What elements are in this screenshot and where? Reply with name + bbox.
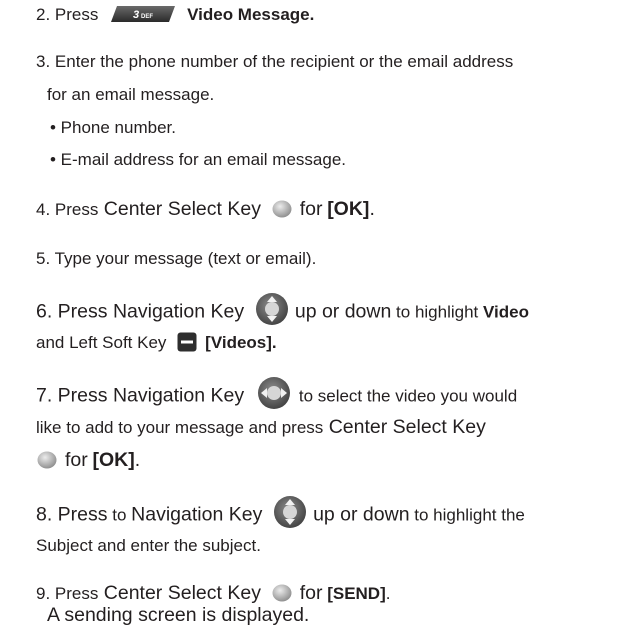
step-7-pre: 7. Press Navigation Key [36,384,245,407]
step-7-line1: 7. Press Navigation Key to select the vi… [36,377,518,414]
step-9-bold: [SEND] [327,584,386,603]
step-9-line2-text: A sending screen is displayed. [47,604,310,626]
step-9-line2: A sending screen is displayed. [47,604,309,627]
step-5: 5. Type your message (text or email). [36,249,317,268]
step-6-line2a: and Left Soft Key [36,333,167,352]
step-8-pre3: Navigation Key [131,503,263,526]
step-2-bold: Video Message. [187,5,315,24]
step-3-line1: 3. Enter the phone number of the recipie… [36,52,514,71]
step-6-updown: up or down [294,300,392,323]
navigation-key-up-down-icon [273,495,307,529]
step-4: 4. Press Center Select Key for [OK]. [36,198,375,221]
step-7-post: to select the video you would [298,386,518,406]
step-4-key: Center Select Key [98,198,261,220]
step-7-line3a: for [65,449,88,471]
step-9-post: for [299,582,323,604]
step-8-line1: 8. Press to Navigation Key up or down to… [36,496,525,533]
step-4-pre: 4. Press [36,200,99,219]
step-7-line2b: Center Select Key [323,416,486,438]
step-8-line2: Subject and enter the subject. [36,536,261,555]
step-6-pre: 6. Press Navigation Key [36,300,245,323]
step-7-line2a: like to add to your message and press [36,418,324,437]
step-6-line2: and Left Soft Key [Videos]. [36,332,277,354]
center-select-key-icon [272,199,292,219]
left-soft-key-icon [177,332,197,352]
step-4-bold: [OK] [327,198,370,220]
step-2-text: 2. Press [36,5,99,24]
step-7-line3: for [OK]. [37,449,140,472]
step-6-bold: Video [483,302,529,322]
step-7-line2: like to add to your message and press Ce… [36,416,486,439]
step-8-pre2: to [107,505,132,525]
center-select-key-icon [272,583,292,603]
step-3-bullet-2: • E-mail address for an email message. [50,150,347,169]
navigation-key-up-down-icon [255,292,289,326]
step-7-end: . [134,449,141,471]
step-9-key: Center Select Key [98,582,261,604]
step-8-post: to highlight the [409,505,525,525]
step-9-line1: 9. Press Center Select Key for [SEND]. [36,582,390,605]
step-6-line1: 6. Press Navigation Key up or down to hi… [36,293,529,330]
step-2: 2. Press 3 DEF Video Message. [36,4,314,26]
step-4-end: . [369,198,375,220]
key-3-sub: DEF [141,14,153,20]
center-select-key-icon [37,450,57,470]
key-3-icon: 3 DEF [109,5,177,23]
step-8-updown: up or down [313,503,410,526]
step-4-post: for [299,198,323,220]
key-3-label: 3 [133,9,139,21]
step-9-end: . [385,584,391,603]
step-6-hl: to highlight [391,302,484,322]
step-6-bold2: [Videos]. [205,333,277,352]
navigation-key-left-right-icon [257,376,291,410]
step-3-line2: for an email message. [47,85,215,104]
step-9-pre: 9. Press [36,584,99,603]
step-8-pre: 8. Press [36,503,108,526]
step-3-bullet-1: • Phone number. [50,118,176,137]
manual-page: 2. Press 3 DEF Video Message. 3. Enter t… [0,0,635,627]
step-7-bold: [OK] [92,449,135,471]
